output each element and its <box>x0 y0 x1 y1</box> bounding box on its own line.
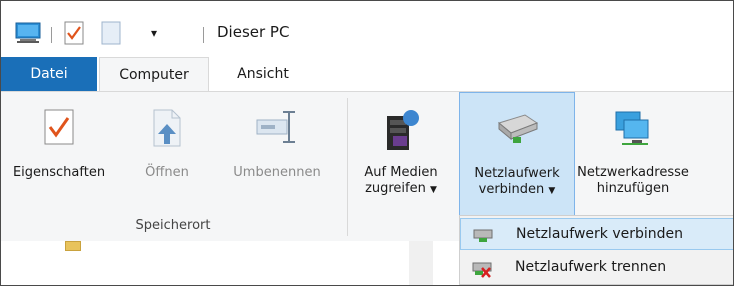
open-document-icon <box>150 108 184 153</box>
group-separator <box>347 98 348 236</box>
tab-view[interactable]: Ansicht <box>217 57 309 91</box>
add-location-label-1: Netzwerkadresse <box>577 165 689 180</box>
open-label: Öffnen <box>145 165 189 180</box>
open-button[interactable]: Öffnen <box>119 92 215 216</box>
disconnect-drive-icon <box>472 260 492 282</box>
checkmark-document-icon <box>42 108 76 151</box>
tab-computer[interactable]: Computer <box>99 57 209 91</box>
computer-icon[interactable] <box>15 21 41 45</box>
menu-item-disconnect-drive[interactable]: Netzlaufwerk trennen <box>460 252 733 284</box>
explorer-window: ▾ Dieser PC Datei Computer Ansicht Eigen… <box>0 0 734 286</box>
map-drive-icon <box>473 227 493 247</box>
rename-button[interactable]: Umbenennen <box>217 92 337 216</box>
new-folder-icon[interactable] <box>101 21 121 45</box>
access-media-label-2: zugreifen ▼ <box>365 181 437 196</box>
navigation-pane[interactable] <box>1 241 409 285</box>
map-drive-label-1: Netzlaufwerk <box>474 166 560 181</box>
toolbar-separator <box>203 27 204 43</box>
add-location-label-2: hinzufügen <box>596 181 670 196</box>
add-network-location-button[interactable]: Netzwerkadresse hinzufügen <box>575 92 691 216</box>
network-location-icon <box>612 108 654 153</box>
properties-button[interactable]: Eigenschaften <box>1 92 117 216</box>
network-drive-icon <box>495 109 539 150</box>
menu-item-map-drive[interactable]: Netzlaufwerk verbinden <box>460 218 733 250</box>
window-title: Dieser PC <box>217 23 290 41</box>
properties-icon[interactable] <box>63 21 85 45</box>
navigation-scrollbar[interactable] <box>409 241 433 285</box>
toolbar-separator <box>51 27 52 43</box>
ribbon-tabs: Datei Computer Ansicht <box>1 57 733 91</box>
rename-icon <box>255 108 299 151</box>
properties-label: Eigenschaften <box>12 165 106 180</box>
media-server-icon <box>381 108 421 157</box>
access-media-label-1: Auf Medien <box>364 165 438 180</box>
group-label-location: Speicherort <box>135 218 211 233</box>
customize-quick-access-icon[interactable]: ▾ <box>151 21 157 45</box>
map-drive-label-2: verbinden ▼ <box>478 182 556 197</box>
map-network-drive-button[interactable]: Netzlaufwerk verbinden ▼ <box>459 92 575 216</box>
menu-item-label: Netzlaufwerk trennen <box>515 259 667 275</box>
title-bar: ▾ Dieser PC <box>1 1 733 57</box>
access-media-button[interactable]: Auf Medien zugreifen ▼ <box>353 92 449 216</box>
menu-item-label: Netzlaufwerk verbinden <box>516 226 684 242</box>
map-drive-dropdown-menu: Netzlaufwerk verbinden Netzlaufwerk tren… <box>459 215 733 285</box>
tab-file[interactable]: Datei <box>1 57 97 91</box>
rename-label: Umbenennen <box>233 165 321 180</box>
folder-icon <box>65 241 81 251</box>
